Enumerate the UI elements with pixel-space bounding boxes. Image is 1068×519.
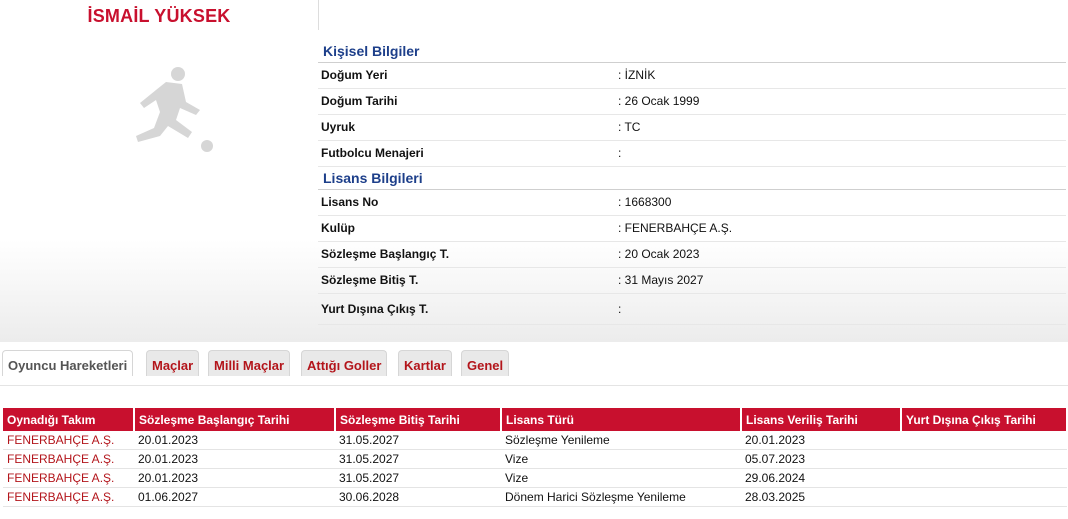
- table-cell: Dönem Harici Sözleşme Yenileme: [501, 487, 741, 507]
- column-header: Yurt Dışına Çıkış Tarihi: [901, 408, 1068, 431]
- table-cell: 31.05.2027: [335, 449, 501, 469]
- info-label: Futbolcu Menajeri: [321, 146, 424, 160]
- table-cell: 05.07.2023: [741, 449, 901, 469]
- table-cell: 31.05.2027: [335, 431, 501, 450]
- info-label: Uyruk: [321, 120, 356, 134]
- info-label: Doğum Yeri: [321, 68, 388, 82]
- info-row-contract-start: Sözleşme Başlangıç T. : 20 Ocak 2023: [318, 242, 1066, 268]
- table-cell: 31.05.2027: [335, 468, 501, 488]
- column-header: Oynadığı Takım: [3, 408, 135, 431]
- info-value: : 20 Ocak 2023: [618, 247, 700, 261]
- table-cell: Sözleşme Yenileme: [501, 431, 741, 450]
- info-value: : TC: [618, 120, 641, 134]
- team-link[interactable]: FENERBAHÇE A.Ş.: [3, 431, 134, 450]
- player-movements-table: Oynadığı Takım Sözleşme Başlangıç Tarihi…: [3, 408, 1068, 507]
- table-cell: [901, 487, 1067, 507]
- table-cell: 20.01.2023: [134, 468, 335, 488]
- table-cell: Vize: [501, 449, 741, 469]
- info-row-birthplace: Doğum Yeri : İZNİK: [318, 63, 1066, 89]
- table-cell: 20.01.2023: [134, 431, 335, 450]
- section-personal-title: Kişisel Bilgiler: [318, 40, 1066, 63]
- player-photo-column: İSMAİL YÜKSEK: [0, 0, 318, 342]
- info-value: :: [618, 302, 622, 316]
- info-label: Sözleşme Bitiş T.: [321, 273, 419, 287]
- table-row: FENERBAHÇE A.Ş. 20.01.2023 31.05.2027 Sö…: [3, 431, 1067, 450]
- info-value: :: [618, 146, 622, 160]
- column-divider: [318, 0, 319, 30]
- table-cell: 28.03.2025: [741, 487, 901, 507]
- table-cell: [901, 449, 1067, 469]
- info-row-club: Kulüp : FENERBAHÇE A.Ş.: [318, 216, 1066, 242]
- tab-attigi-goller[interactable]: Attığı Goller: [301, 350, 388, 376]
- team-link[interactable]: FENERBAHÇE A.Ş.: [3, 449, 134, 469]
- tab-content-divider: [0, 385, 1068, 386]
- column-header: Sözleşme Başlangıç Tarihi: [134, 408, 336, 431]
- info-row-birthdate: Doğum Tarihi : 26 Ocak 1999: [318, 89, 1066, 115]
- section-license-title: Lisans Bilgileri: [318, 167, 1066, 190]
- column-header: Sözleşme Bitiş Tarihi: [335, 408, 502, 431]
- table-cell: 20.01.2023: [134, 449, 335, 469]
- info-value: : 31 Mayıs 2027: [618, 273, 704, 287]
- table-cell: Vize: [501, 468, 741, 488]
- info-label: Sözleşme Başlangıç T.: [321, 247, 450, 261]
- info-row-license-no: Lisans No : 1668300: [318, 190, 1066, 216]
- table-header-row: Oynadığı Takım Sözleşme Başlangıç Tarihi…: [3, 408, 1068, 431]
- info-row-abroad-date: Yurt Dışına Çıkış T. :: [318, 294, 1066, 325]
- team-link[interactable]: FENERBAHÇE A.Ş.: [3, 487, 134, 507]
- info-label: Yurt Dışına Çıkış T.: [321, 302, 429, 316]
- table-cell: 20.01.2023: [741, 431, 901, 450]
- table-row: FENERBAHÇE A.Ş. 20.01.2023 31.05.2027 Vi…: [3, 468, 1067, 488]
- player-profile-panel: İSMAİL YÜKSEK Kişisel Bilgiler Doğum Yer…: [0, 0, 1068, 342]
- player-info: Kişisel Bilgiler Doğum Yeri : İZNİK Doğu…: [318, 40, 1066, 325]
- info-label: Doğum Tarihi: [321, 94, 398, 108]
- player-name: İSMAİL YÜKSEK: [87, 6, 231, 26]
- tab-milli-maclar[interactable]: Milli Maçlar: [208, 350, 291, 376]
- table-row: FENERBAHÇE A.Ş. 20.01.2023 31.05.2027 Vi…: [3, 449, 1067, 469]
- tab-genel[interactable]: Genel: [461, 350, 510, 376]
- tab-kartlar[interactable]: Kartlar: [398, 350, 452, 376]
- info-row-agent: Futbolcu Menajeri :: [318, 141, 1066, 167]
- column-header: Lisans Veriliş Tarihi: [741, 408, 902, 431]
- column-header: Lisans Türü: [501, 408, 742, 431]
- table-cell: [901, 431, 1067, 450]
- team-link[interactable]: FENERBAHÇE A.Ş.: [3, 468, 134, 488]
- info-row-nationality: Uyruk : TC: [318, 115, 1066, 141]
- table-cell: [901, 468, 1067, 488]
- info-value: : 1668300: [618, 195, 672, 209]
- info-label: Kulüp: [321, 221, 355, 235]
- info-value: : İZNİK: [618, 68, 656, 82]
- table-row: FENERBAHÇE A.Ş. 01.06.2027 30.06.2028 Dö…: [3, 487, 1067, 507]
- info-value: : FENERBAHÇE A.Ş.: [618, 221, 733, 235]
- footballer-silhouette-icon: [136, 67, 213, 152]
- table-cell: 30.06.2028: [335, 487, 501, 507]
- tab-oyuncu-hareketleri[interactable]: Oyuncu Hareketleri: [2, 350, 134, 376]
- info-value: : 26 Ocak 1999: [618, 94, 700, 108]
- table-cell: 01.06.2027: [134, 487, 335, 507]
- table-cell: 29.06.2024: [741, 468, 901, 488]
- info-row-contract-end: Sözleşme Bitiş T. : 31 Mayıs 2027: [318, 268, 1066, 294]
- info-label: Lisans No: [321, 195, 379, 209]
- tab-maclar[interactable]: Maçlar: [146, 350, 200, 376]
